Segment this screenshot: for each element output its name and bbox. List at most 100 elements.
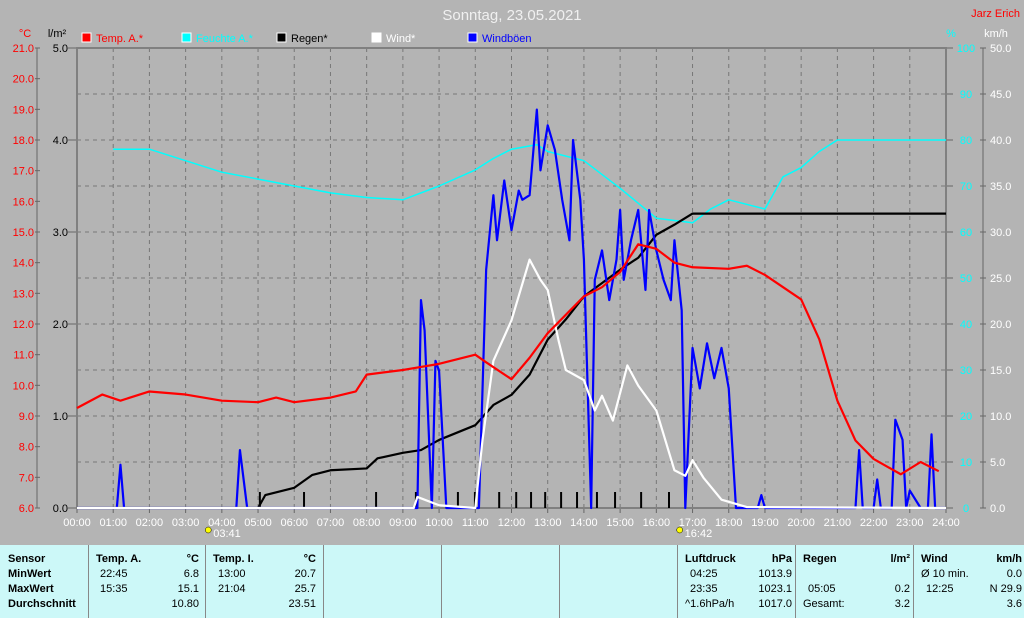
min-label: MinWert bbox=[8, 568, 52, 580]
temp-tick-label: 19.0 bbox=[13, 104, 34, 116]
sunset-time-label: 16:42 bbox=[685, 528, 713, 540]
wind-avg: 3.6 bbox=[1006, 598, 1022, 610]
wind-tick-label: 50.0 bbox=[990, 43, 1011, 55]
x-tick-label: 11:00 bbox=[462, 517, 489, 529]
temp-a-avg: 10.80 bbox=[171, 598, 199, 610]
wind-max-time: 12:25 bbox=[926, 583, 954, 595]
x-tick-label: 21:00 bbox=[824, 517, 852, 529]
rain-tick-label: 1.0 bbox=[53, 411, 68, 423]
temp-tick-label: 8.0 bbox=[19, 442, 34, 454]
legend-swatch bbox=[81, 32, 92, 43]
series-line-feuchte-a- bbox=[113, 139, 946, 224]
pressure-max-time: 23:35 bbox=[690, 583, 718, 595]
legend-label: Feuchte A.* bbox=[196, 33, 254, 45]
x-tick-label: 06:00 bbox=[280, 517, 308, 529]
x-tick-label: 20:00 bbox=[787, 517, 815, 529]
rain-tick-label: 2.0 bbox=[53, 319, 68, 331]
temp-a-min-time: 22:45 bbox=[100, 568, 128, 580]
temp-i-min-time: 13:00 bbox=[218, 568, 246, 580]
temp-i-header: Temp. I. bbox=[213, 553, 254, 565]
pressure-min-time: 04:25 bbox=[690, 568, 718, 580]
pressure-trend: ^1.6hPa/h bbox=[685, 598, 735, 610]
rain-tick-label: 5.0 bbox=[53, 43, 68, 55]
humidity-axis-unit: % bbox=[946, 28, 956, 40]
wind-tick-label: 40.0 bbox=[990, 135, 1011, 147]
x-tick-label: 10:00 bbox=[425, 517, 453, 529]
temp-tick-label: 16.0 bbox=[13, 196, 34, 208]
humidity-tick-label: 20 bbox=[960, 411, 972, 423]
sensor-label: Sensor bbox=[8, 553, 46, 565]
humidity-tick-label: 90 bbox=[960, 89, 972, 101]
x-tick-label: 09:00 bbox=[389, 517, 417, 529]
pressure-avg: 1017.0 bbox=[758, 598, 792, 610]
x-tick-label: 03:00 bbox=[172, 517, 200, 529]
wind-tick-label: 35.0 bbox=[990, 181, 1011, 193]
x-tick-label: 15:00 bbox=[606, 517, 634, 529]
chart-title: Sonntag, 23.05.2021 bbox=[442, 7, 581, 24]
humidity-tick-label: 50 bbox=[960, 273, 972, 285]
temp-i-min: 20.7 bbox=[294, 568, 316, 580]
humidity-tick-label: 60 bbox=[960, 227, 972, 239]
sunrise-time-label: 03:41 bbox=[213, 528, 241, 540]
wind-tick-label: 20.0 bbox=[990, 319, 1011, 331]
weather-chart: Sonntag, 23.05.2021 Jarz Erich Temp. A.* Fe… bbox=[13, 7, 1020, 540]
legend-swatch bbox=[276, 32, 287, 43]
humidity-tick-label: 0 bbox=[963, 503, 969, 515]
legend-swatch bbox=[371, 32, 382, 43]
x-tick-label: 05:00 bbox=[244, 517, 272, 529]
temp-a-header: Temp. A. bbox=[96, 553, 142, 565]
x-tick-label: 23:00 bbox=[896, 517, 924, 529]
humidity-tick-label: 10 bbox=[960, 457, 972, 469]
pressure-header: Luftdruck bbox=[685, 553, 736, 565]
x-tick-label: 08:00 bbox=[353, 517, 381, 529]
legend-swatch bbox=[467, 32, 478, 43]
legend-swatch bbox=[181, 32, 192, 43]
wind-tick-label: 15.0 bbox=[990, 365, 1011, 377]
x-tick-label: 01:00 bbox=[99, 517, 127, 529]
temp-axis-unit: °C bbox=[19, 28, 31, 40]
temp-a-min: 6.8 bbox=[183, 568, 199, 580]
humidity-tick-label: 80 bbox=[960, 135, 972, 147]
humidity-tick-label: 40 bbox=[960, 319, 972, 331]
rain-tick-label: 3.0 bbox=[53, 227, 68, 239]
legend-label: Windböen bbox=[482, 33, 532, 45]
pressure-min: 1013.9 bbox=[758, 568, 792, 580]
wind-axis-unit: km/h bbox=[984, 28, 1008, 40]
humidity-tick-label: 30 bbox=[960, 365, 972, 377]
wind-tick-label: 10.0 bbox=[990, 411, 1011, 423]
temp-tick-label: 18.0 bbox=[13, 135, 34, 147]
series-line-temp-a- bbox=[76, 243, 940, 476]
rain-tick-label: 0.0 bbox=[53, 503, 68, 515]
temp-tick-label: 9.0 bbox=[19, 411, 34, 423]
rain-max-time: 05:05 bbox=[808, 583, 836, 595]
temp-tick-label: 14.0 bbox=[13, 258, 34, 270]
rain-total-label: Gesamt: bbox=[803, 598, 845, 610]
rain-header: Regen bbox=[803, 553, 837, 565]
temp-a-max: 15.1 bbox=[177, 583, 199, 595]
temp-tick-label: 17.0 bbox=[13, 166, 34, 178]
x-tick-label: 24:00 bbox=[932, 517, 960, 529]
temp-i-max-time: 21:04 bbox=[218, 583, 246, 595]
x-tick-label: 14:00 bbox=[570, 517, 598, 529]
x-tick-label: 07:00 bbox=[317, 517, 345, 529]
legend-label: Wind* bbox=[386, 33, 416, 45]
temp-i-unit: °C bbox=[303, 553, 316, 565]
rain-total: 3.2 bbox=[894, 598, 910, 610]
pressure-unit: hPa bbox=[771, 553, 792, 565]
wind-tick-label: 5.0 bbox=[990, 457, 1005, 469]
stats-table: Sensor MinWert MaxWert Durchschnitt Temp… bbox=[0, 545, 1024, 618]
rain-max: 0.2 bbox=[894, 583, 910, 595]
x-tick-label: 00:00 bbox=[63, 517, 91, 529]
sunset-icon bbox=[676, 526, 683, 534]
wind-header: Wind bbox=[921, 553, 948, 565]
legend-label: Temp. A.* bbox=[96, 33, 144, 45]
temp-tick-label: 15.0 bbox=[13, 227, 34, 239]
temp-tick-label: 11.0 bbox=[13, 350, 34, 362]
x-tick-label: 02:00 bbox=[136, 517, 164, 529]
temp-tick-label: 21.0 bbox=[13, 43, 34, 55]
rain-unit: l/m² bbox=[890, 553, 910, 565]
temp-tick-label: 12.0 bbox=[13, 319, 34, 331]
rain-axis-unit: l/m² bbox=[48, 28, 67, 40]
wind-max: N 29.9 bbox=[989, 583, 1022, 595]
temp-tick-label: 7.0 bbox=[19, 472, 34, 484]
